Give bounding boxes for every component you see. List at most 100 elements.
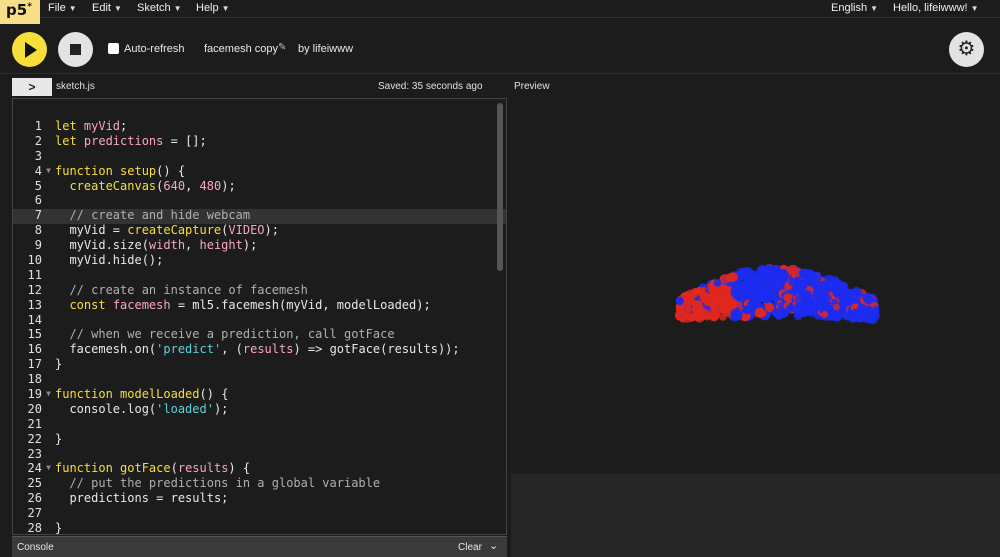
- chevron-down-icon: ▼: [113, 4, 122, 13]
- mesh-point: [810, 271, 817, 278]
- auto-refresh-checkbox[interactable]: [108, 43, 119, 54]
- play-button[interactable]: [12, 32, 47, 67]
- code-line[interactable]: 5 createCanvas(640, 480);: [13, 179, 506, 194]
- code-token: gotFace: [120, 461, 171, 476]
- pencil-icon[interactable]: ✎: [278, 42, 286, 53]
- user-menu[interactable]: Hello, lifeiwww! ▼: [893, 2, 979, 14]
- code-line[interactable]: 24 ▼ function gotFace(results) {: [13, 461, 506, 476]
- code-token: facemesh.on(: [55, 342, 157, 357]
- code-token: ) => gotFace(results));: [293, 342, 460, 357]
- menu-help[interactable]: Help ▼: [196, 2, 230, 14]
- mesh-point: [820, 292, 832, 304]
- editor-scrollbar[interactable]: [497, 103, 503, 271]
- code-line[interactable]: 17}: [13, 357, 506, 372]
- code-line[interactable]: 19 ▼ function modelLoaded() {: [13, 387, 506, 402]
- preview-canvas[interactable]: [511, 98, 1000, 474]
- language-select[interactable]: English ▼: [831, 2, 878, 14]
- gear-icon: ⚙: [957, 38, 976, 60]
- code-line[interactable]: 10 myVid.hide();: [13, 253, 506, 268]
- mesh-point: [675, 296, 684, 306]
- code-line[interactable]: 25 // put the predictions in a global va…: [13, 476, 506, 491]
- expand-sidebar-button[interactable]: >: [12, 78, 52, 96]
- code-line[interactable]: 14: [13, 313, 506, 328]
- console-label: Console: [17, 542, 54, 553]
- code-token: );: [242, 238, 258, 253]
- fold-arrow-icon[interactable]: ▼: [42, 164, 55, 179]
- fold-arrow-icon[interactable]: ▼: [42, 461, 55, 476]
- stop-button[interactable]: [58, 32, 93, 67]
- code-line[interactable]: 12 // create an instance of facemesh: [13, 283, 506, 298]
- menu-edit[interactable]: Edit ▼: [92, 2, 122, 14]
- line-number: 28: [27, 521, 42, 535]
- mesh-point: [768, 281, 777, 290]
- fold-arrow-icon[interactable]: ▼: [42, 387, 55, 402]
- mesh-point: [858, 310, 866, 317]
- code-line[interactable]: 18: [13, 372, 506, 387]
- project-owner[interactable]: by lifeiwww: [298, 43, 353, 55]
- line-number: 20: [27, 401, 42, 416]
- chevron-down-icon: ▼: [970, 4, 979, 13]
- code-token: = ml5.facemesh(myVid, modelLoaded);: [170, 297, 431, 312]
- code-line[interactable]: 3: [13, 149, 506, 164]
- menu-file[interactable]: File ▼: [48, 2, 77, 14]
- mesh-point: [691, 288, 700, 296]
- code-line[interactable]: 13 const facemesh = ml5.facemesh(myVid, …: [13, 298, 506, 313]
- code-line[interactable]: 15 // when we receive a prediction, call…: [13, 327, 506, 342]
- chevron-down-icon: ▼: [173, 4, 182, 13]
- code-token: );: [264, 223, 279, 238]
- preview-label: Preview: [514, 81, 550, 92]
- code-token: myVid.hide();: [55, 253, 164, 268]
- code-line[interactable]: 20 console.log('loaded');: [13, 402, 506, 417]
- code-line[interactable]: 11: [13, 268, 506, 283]
- settings-button[interactable]: ⚙: [949, 32, 984, 67]
- code-line[interactable]: 2 let predictions = [];: [13, 134, 506, 149]
- code-line[interactable]: 23: [13, 447, 506, 462]
- file-name-tab[interactable]: sketch.js: [56, 81, 95, 92]
- p5-logo[interactable]: p5*: [0, 0, 40, 24]
- code-line[interactable]: 16 facemesh.on('predict', (results) => g…: [13, 342, 506, 357]
- console-clear-button[interactable]: Clear: [458, 542, 482, 553]
- line-number: 13: [27, 297, 42, 312]
- code-token: createCapture: [127, 223, 222, 238]
- code-editor[interactable]: 1 let myVid; 2 let predictions = []; 3 4 ▼ func…: [12, 98, 507, 535]
- mesh-point: [846, 289, 855, 298]
- code-token: myVid =: [55, 223, 128, 238]
- mesh-point: [770, 264, 782, 276]
- code-line[interactable]: 8 myVid = createCapture(VIDEO);: [13, 223, 506, 238]
- mesh-point: [730, 308, 740, 318]
- code-line[interactable]: 7 // create and hide webcam: [13, 208, 506, 223]
- code-token: , (: [221, 342, 243, 357]
- code-line[interactable]: 4 ▼ function setup() {: [13, 164, 506, 179]
- code-token: ) {: [228, 461, 251, 476]
- code-line[interactable]: 27: [13, 506, 506, 521]
- code-line[interactable]: 21: [13, 417, 506, 432]
- chevron-down-icon[interactable]: ⌄: [489, 539, 498, 552]
- code-line[interactable]: 22}: [13, 432, 506, 447]
- chevron-right-icon: >: [28, 80, 36, 94]
- line-number: 16: [27, 342, 42, 357]
- code-line[interactable]: 6: [13, 193, 506, 208]
- chevron-down-icon: ▼: [68, 4, 77, 13]
- code-token: width: [148, 238, 186, 253]
- mesh-point: [800, 283, 807, 291]
- line-number: 3: [34, 148, 42, 163]
- code-line[interactable]: 28}: [13, 521, 506, 535]
- code-token: createCanvas: [69, 178, 157, 193]
- code-token: predictions: [83, 133, 164, 148]
- menu-sketch[interactable]: Sketch ▼: [137, 2, 182, 14]
- play-icon: [25, 42, 37, 58]
- code-line[interactable]: 26 predictions = results;: [13, 491, 506, 506]
- line-number: 7: [34, 208, 42, 223]
- code-token: setup: [120, 163, 157, 178]
- code-token: ;: [120, 119, 128, 133]
- code-token: ,: [185, 238, 200, 253]
- mesh-point: [698, 308, 710, 320]
- project-name[interactable]: facemesh copy: [204, 43, 278, 55]
- code-line[interactable]: 9 myVid.size(width, height);: [13, 238, 506, 253]
- code-token: }: [55, 357, 63, 372]
- code-lines[interactable]: 1 let myVid; 2 let predictions = []; 3 4 ▼ func…: [13, 119, 506, 535]
- code-line[interactable]: 1 let myVid;: [13, 119, 506, 134]
